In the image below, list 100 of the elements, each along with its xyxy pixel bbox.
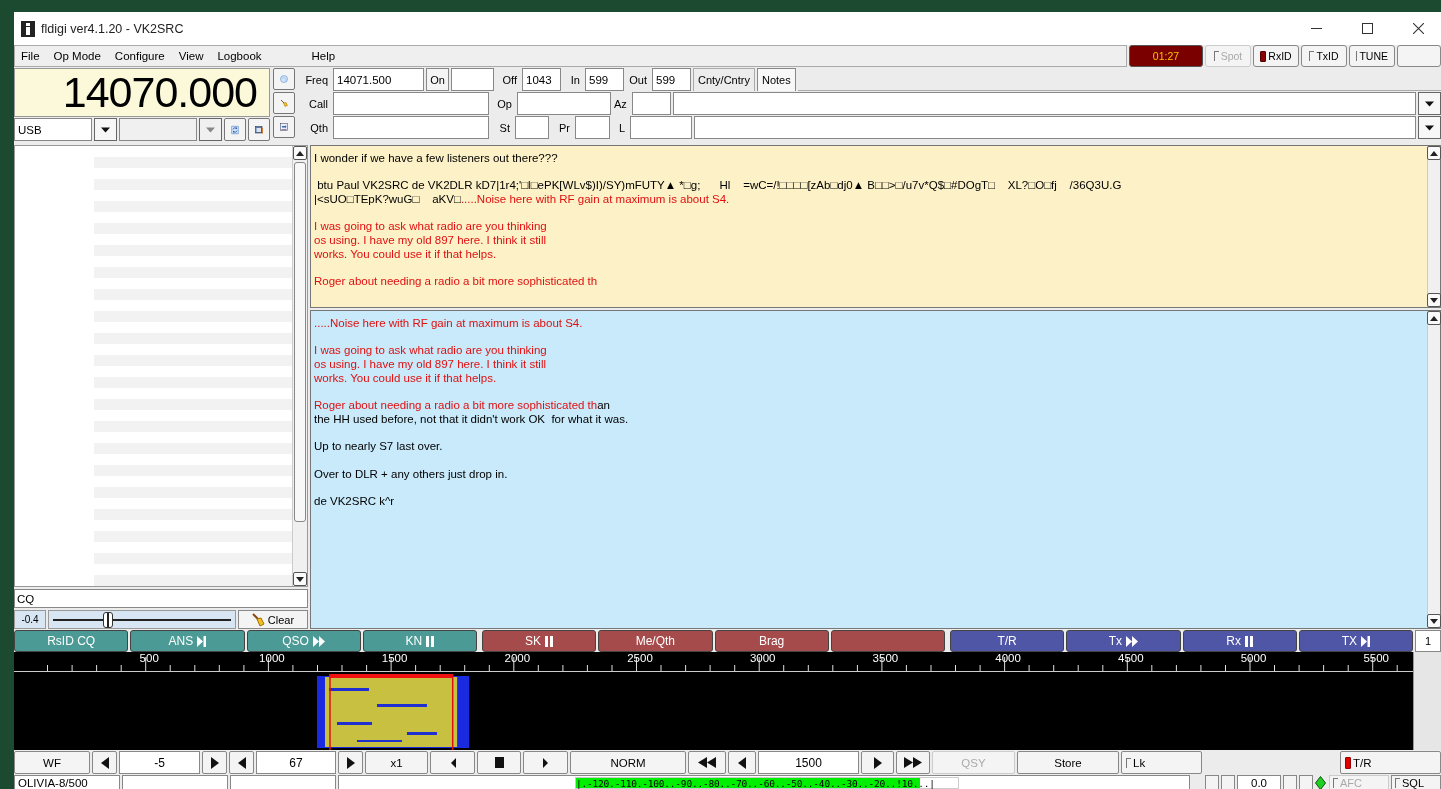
input-field[interactable] [119, 118, 197, 141]
toggle-button[interactable]: TxID [1301, 45, 1347, 67]
dropdown-button[interactable] [1418, 92, 1441, 115]
dropdown-field[interactable] [672, 92, 1416, 115]
input-field[interactable]: 14071.500 [333, 68, 424, 91]
refresh-button[interactable] [224, 118, 246, 141]
checkbox-icon[interactable] [1309, 51, 1315, 61]
arrow-button[interactable] [338, 751, 363, 774]
input-field[interactable]: -5 [119, 751, 200, 774]
up-arrow-icon [296, 150, 304, 156]
pause-icon [426, 635, 435, 647]
macro-button[interactable]: Brag [714, 630, 829, 652]
macro-bank[interactable]: 1 [1415, 630, 1441, 652]
checkbox-icon[interactable] [1260, 50, 1267, 62]
menu-item[interactable]: View [177, 50, 213, 62]
input-field[interactable] [451, 68, 494, 91]
scale-label: 1500 [381, 652, 408, 664]
slider-track[interactable] [48, 610, 236, 629]
toggle-button[interactable]: TUNE [1349, 45, 1395, 67]
text-line: Roger about needing a radio a bit more sophisticated th [314, 275, 599, 289]
close-icon[interactable] [1413, 23, 1424, 34]
import-button[interactable] [273, 116, 295, 138]
scale-label: 2000 [504, 652, 531, 664]
frequency-scale[interactable]: 500 1000 1500 2000 2500 3000 3500 4000 4500 5000 5500 [14, 652, 1413, 674]
control-button[interactable]: x1 [365, 751, 428, 774]
checkbox[interactable]: Lk [1121, 751, 1202, 774]
input-field[interactable]: 599 [652, 68, 691, 91]
receive-pane[interactable] [310, 145, 1441, 308]
arrow-button[interactable] [202, 751, 227, 774]
dropdown-button[interactable] [94, 118, 117, 141]
menu-item[interactable]: Logbook [216, 50, 271, 62]
globe-button[interactable] [273, 68, 295, 90]
toggle-button[interactable]: T/R [1340, 751, 1441, 774]
input-field[interactable]: 599 [585, 68, 624, 91]
input-field[interactable] [515, 116, 549, 139]
arrow-button[interactable] [861, 751, 894, 774]
input-field[interactable]: 67 [256, 751, 336, 774]
mode-field[interactable]: USB [14, 118, 92, 141]
macro-button[interactable]: TX [1298, 630, 1413, 652]
control-button[interactable]: WF [14, 751, 90, 774]
input-field[interactable]: 0.0 [1237, 775, 1281, 789]
arrow-button[interactable] [896, 751, 930, 774]
scale-label: 4000 [995, 652, 1021, 664]
input-field[interactable] [575, 116, 610, 139]
broom-button[interactable] [273, 92, 295, 114]
left-arrow-icon [99, 756, 110, 769]
blank-button[interactable] [1397, 45, 1441, 67]
control-button[interactable]: Store [1017, 751, 1119, 774]
scale-label: 5500 [1363, 652, 1389, 664]
arrow-button[interactable] [229, 751, 254, 774]
input-field[interactable]: 1500 [758, 751, 859, 774]
control-button[interactable]: NORM [570, 751, 686, 774]
dropdown-button[interactable] [1418, 116, 1441, 139]
tab[interactable]: Notes [756, 68, 796, 91]
arrow-button[interactable] [728, 751, 756, 774]
input-field[interactable] [631, 92, 671, 115]
checkbox[interactable]: SQL [1391, 775, 1441, 789]
input-field[interactable] [630, 116, 692, 139]
macro-button[interactable]: T/R [950, 630, 1065, 652]
input-field[interactable] [517, 92, 611, 115]
checkbox-icon[interactable] [1395, 778, 1400, 788]
window-button[interactable] [248, 118, 270, 141]
field-label: Pr [558, 120, 571, 136]
toggle-button[interactable]: RxID [1253, 45, 1299, 67]
macro-button[interactable]: Rx [1182, 630, 1297, 652]
input-field[interactable]: CQ [14, 589, 308, 608]
input-field[interactable] [333, 116, 489, 139]
text-line: I was going to ask what radio are you thinking [314, 344, 548, 359]
text-line: os using. I have my old 897 here. I think it still [314, 358, 548, 372]
menu-item[interactable]: Help [310, 50, 345, 62]
macro-button[interactable]: SK [482, 630, 597, 652]
text-line: works. You could use it if that helps. [314, 247, 498, 262]
down-arrow-icon [1430, 297, 1438, 303]
clear-button[interactable]: Clear [238, 610, 308, 629]
input-field[interactable] [333, 92, 489, 115]
menu-item[interactable]: Op Mode [52, 50, 110, 62]
arrow-button[interactable] [477, 751, 521, 774]
pause-icon [545, 635, 554, 647]
slider-thumb[interactable] [103, 612, 113, 628]
frequency-display: 14070.000 [14, 68, 270, 117]
menu-item[interactable]: File [20, 50, 49, 62]
macro-button[interactable]: Tx [1066, 630, 1181, 652]
tab[interactable]: Cnty/Cntry [693, 68, 755, 91]
diamond-icon [1315, 776, 1326, 789]
field-label: St [498, 120, 511, 136]
fast-forward-icon [904, 757, 922, 768]
arrow-button[interactable] [92, 751, 117, 774]
scrollbar[interactable] [292, 146, 307, 586]
scrollbar[interactable] [1427, 311, 1440, 628]
field-label: Op [496, 96, 513, 112]
input-field[interactable]: 1043 [522, 68, 561, 91]
maximize-icon[interactable] [1362, 23, 1373, 34]
arrow-button[interactable] [688, 751, 726, 774]
checkbox-icon[interactable] [1126, 757, 1131, 768]
on-button[interactable]: On [426, 68, 449, 91]
macro-button[interactable]: Me/Qth [598, 630, 713, 652]
scrollbar[interactable] [1427, 146, 1440, 307]
menu-item[interactable]: Configure [113, 50, 174, 62]
text-line: I wonder if we have a few listeners out there??? [314, 152, 559, 166]
dropdown-field[interactable] [694, 116, 1416, 139]
